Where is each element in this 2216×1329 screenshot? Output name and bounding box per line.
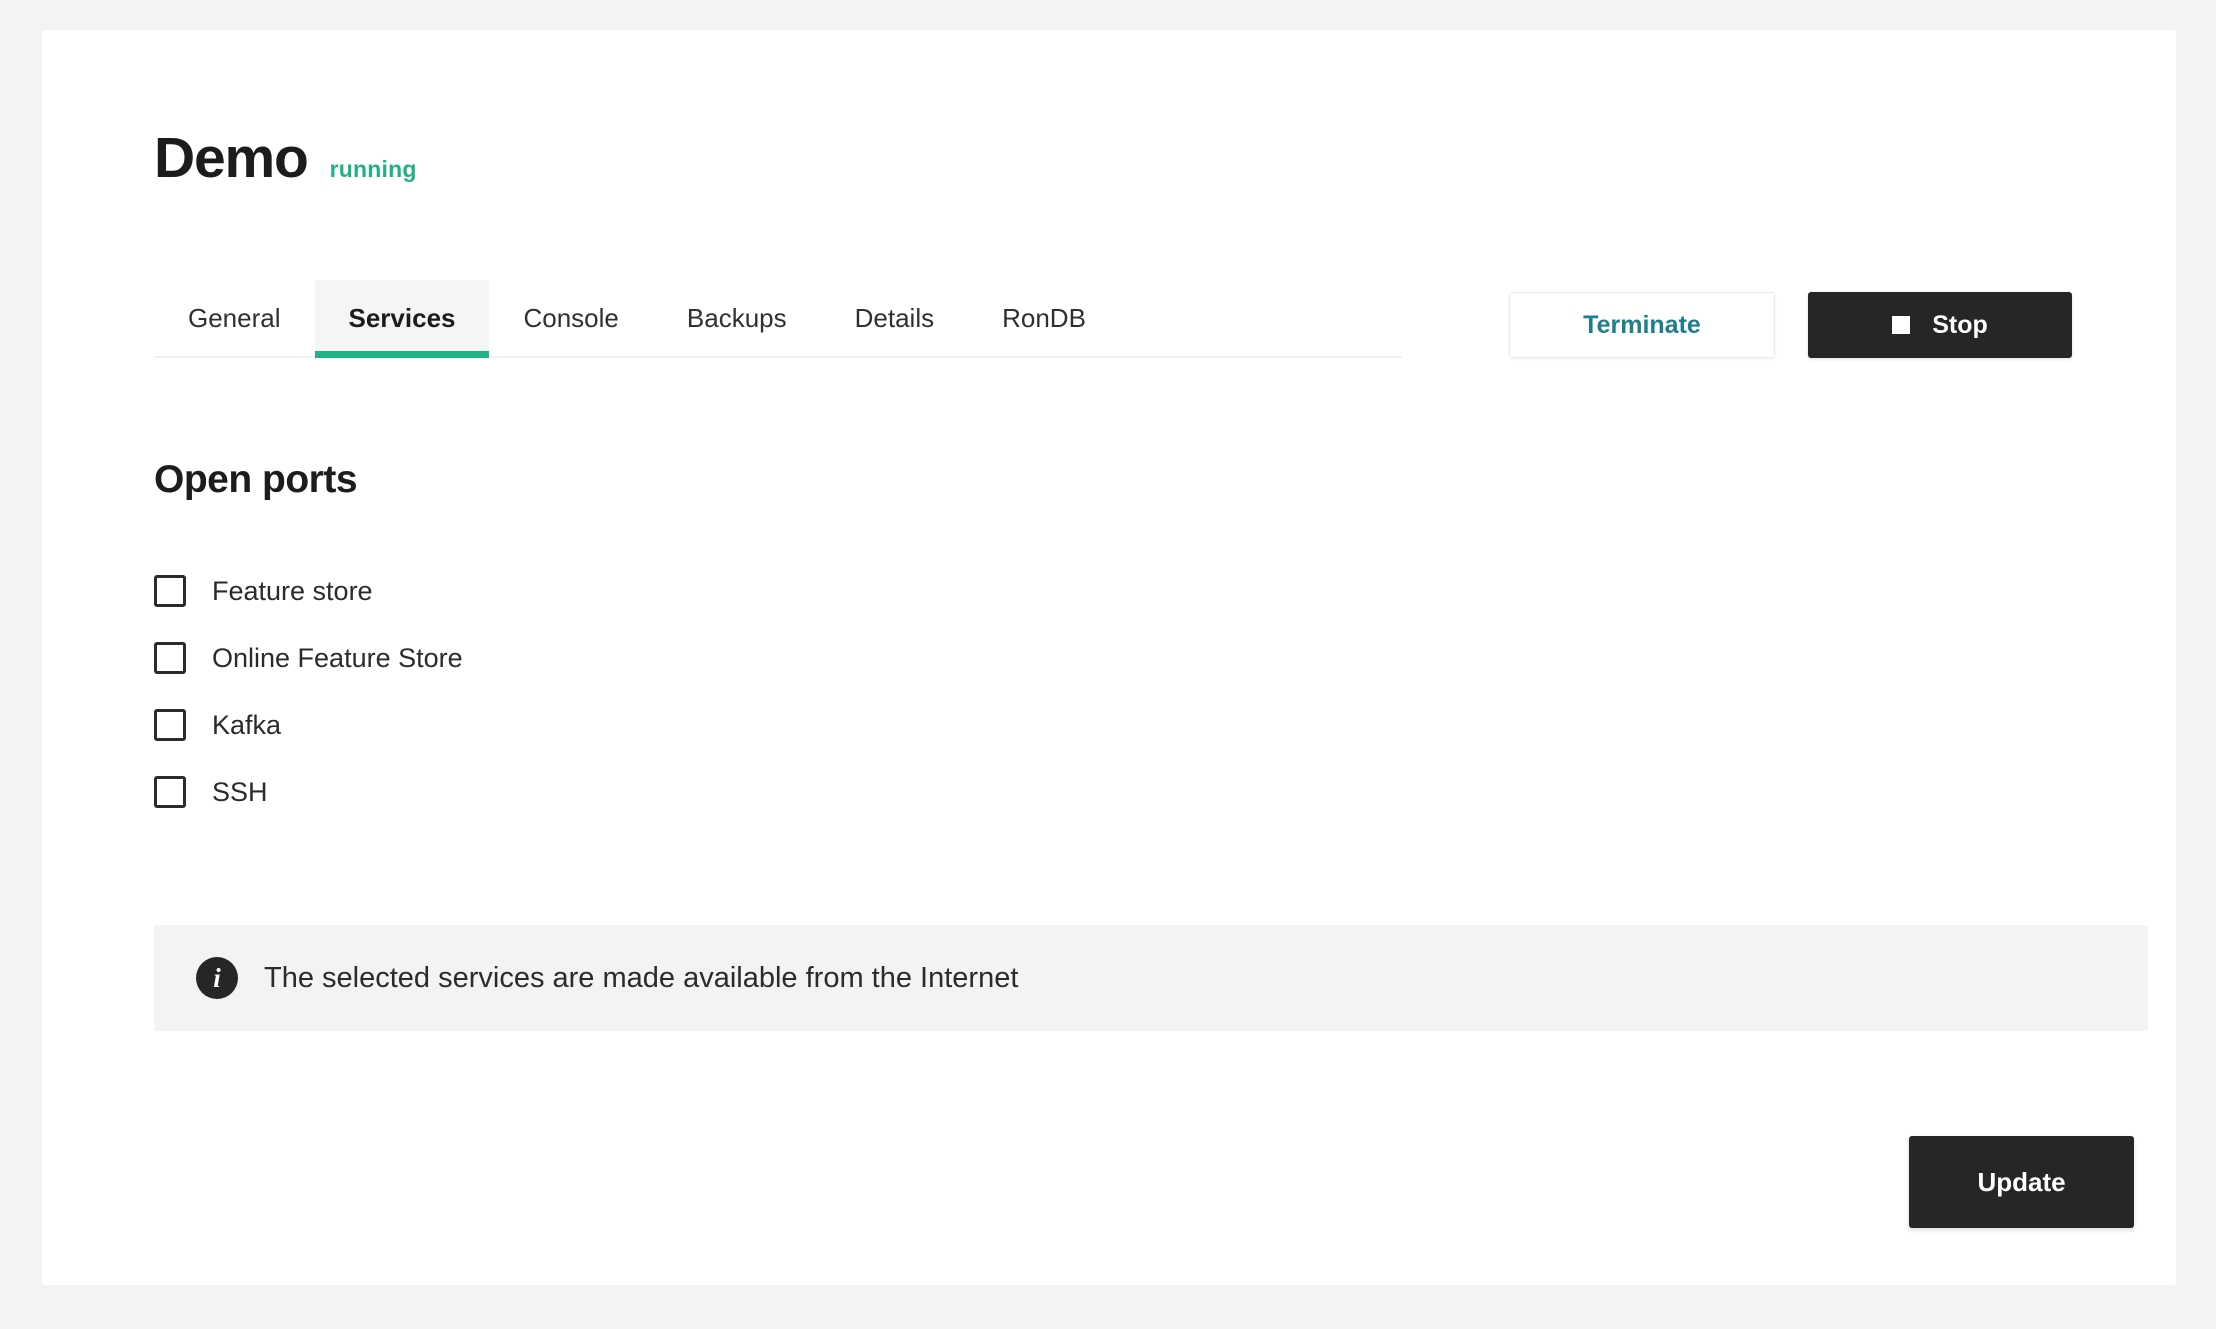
terminate-button[interactable]: Terminate — [1509, 292, 1775, 358]
checkbox-online-feature-store[interactable] — [154, 642, 186, 674]
stop-square-icon — [1892, 316, 1911, 334]
page-header: Demo running — [154, 130, 417, 187]
page-title: Demo — [154, 126, 309, 190]
page-root: Demo running General Services Console Ba… — [0, 0, 2216, 1329]
info-banner-text: The selected services are made available… — [264, 961, 1019, 994]
tab-rondb[interactable]: RonDB — [968, 280, 1120, 356]
section-title-open-ports: Open ports — [154, 458, 358, 501]
port-label: Feature store — [212, 575, 373, 606]
port-label: Kafka — [212, 709, 282, 740]
open-ports-list: Feature store Online Feature Store Kafka… — [154, 570, 463, 813]
info-circle-icon: i — [196, 957, 238, 999]
tab-details[interactable]: Details — [821, 280, 968, 356]
status-badge: running — [329, 156, 417, 182]
stop-button-label: Stop — [1932, 310, 1988, 339]
info-banner: i The selected services are made availab… — [154, 925, 2148, 1031]
tab-general[interactable]: General — [154, 280, 315, 356]
port-label: Online Feature Store — [212, 642, 463, 673]
stop-button[interactable]: Stop — [1808, 292, 2072, 358]
tab-backups[interactable]: Backups — [653, 280, 821, 356]
tab-bar: General Services Console Backups Details… — [154, 280, 1402, 358]
checkbox-kafka[interactable] — [154, 709, 186, 741]
tab-console[interactable]: Console — [489, 280, 652, 356]
tab-services[interactable]: Services — [314, 280, 490, 358]
checkbox-feature-store[interactable] — [154, 575, 186, 607]
port-row-kafka[interactable]: Kafka — [154, 704, 463, 746]
update-button[interactable]: Update — [1909, 1136, 2134, 1228]
instance-actions: Terminate Stop — [1509, 292, 2072, 358]
checkbox-ssh[interactable] — [154, 776, 186, 808]
port-row-ssh[interactable]: SSH — [154, 771, 463, 813]
port-label: SSH — [212, 776, 268, 807]
port-row-feature-store[interactable]: Feature store — [154, 570, 463, 612]
port-row-online-feature-store[interactable]: Online Feature Store — [154, 637, 463, 679]
instance-detail-card: Demo running General Services Console Ba… — [42, 30, 2176, 1285]
